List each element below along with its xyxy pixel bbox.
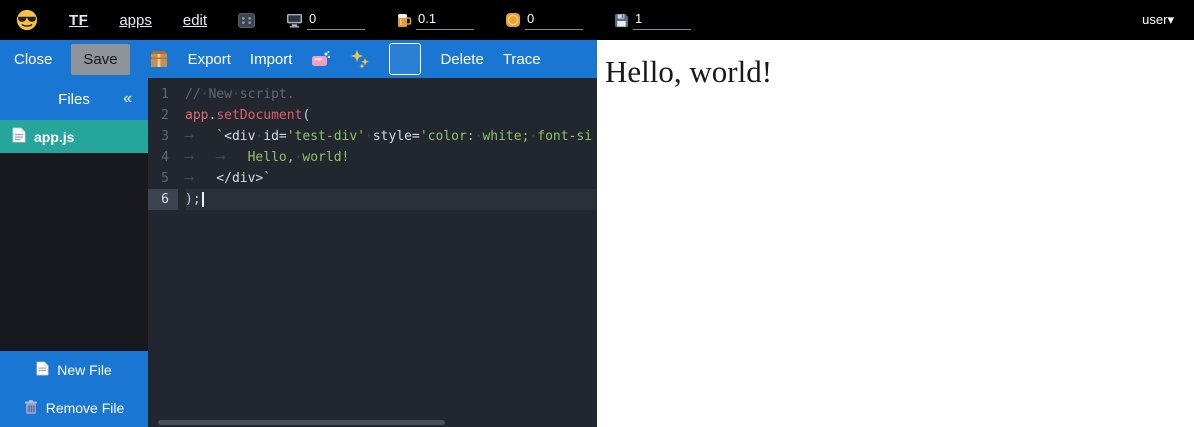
main-area: Close Save Export Import [0,40,1194,427]
delete-button[interactable]: Delete [440,51,483,68]
monitor-icon [286,13,303,30]
text-cursor [202,192,204,207]
stat-coin: 0 [505,11,583,30]
editor-toolbar: Close Save Export Import [0,40,597,78]
workspace: Files « app. [0,78,597,427]
code-line[interactable]: ⟶</div>` [185,168,597,189]
floppy-disk-icon [614,13,629,30]
nav-link-apps[interactable]: apps [119,12,152,29]
code-line[interactable]: ⟶`<div·id='test-div'·style='color:·white… [185,126,597,147]
file-list-empty-area [0,153,148,351]
gutter-line-number: 2 [148,105,178,126]
file-icon [12,127,26,146]
files-header-label: Files [58,91,90,108]
control-pad-icon[interactable] [238,12,255,29]
export-button[interactable]: Export [188,51,231,68]
soap-icon[interactable] [311,50,331,68]
files-sidebar: Files « app. [0,78,148,427]
line-number-gutter: 123456 [148,84,178,427]
code-line[interactable]: app.setDocument( [185,105,597,126]
stat-floppy-value[interactable]: 1 [633,11,691,30]
beer-mug-icon [396,12,412,30]
save-button[interactable]: Save [71,44,129,75]
stat-floppy: 1 [614,11,691,30]
import-button[interactable]: Import [250,51,293,68]
smiley-sunglasses-icon[interactable] [16,9,38,31]
stat-monitor: 0 [286,11,365,30]
empty-slot-button[interactable] [389,43,421,75]
gutter-line-number: 4 [148,147,178,168]
code-editor[interactable]: 123456 //·New·script.app.setDocument(⟶`<… [148,78,597,427]
trash-icon [24,399,38,418]
trace-button[interactable]: Trace [503,51,541,68]
new-file-icon [36,361,49,379]
code-line[interactable]: //·New·script. [185,84,597,105]
gutter-line-number: 6 [148,189,178,210]
sparkles-icon[interactable] [350,49,370,69]
file-name: app.js [34,129,74,145]
stat-beer-value[interactable]: 0.1 [416,11,474,30]
app-root: TF apps edit 0 [0,0,1194,427]
code-content[interactable]: //·New·script.app.setDocument(⟶`<div·id=… [178,84,597,427]
topbar: TF apps edit 0 [0,0,1194,40]
gutter-line-number: 1 [148,84,178,105]
package-icon[interactable] [149,49,169,69]
collapse-sidebar-button[interactable]: « [117,89,138,109]
gutter-line-number: 3 [148,126,178,147]
stat-coin-value[interactable]: 0 [525,11,583,30]
nav-link-tf[interactable]: TF [69,12,88,29]
user-menu[interactable]: user▾ [1136,11,1178,29]
file-item-appjs[interactable]: app.js [0,120,148,153]
close-button[interactable]: Close [14,51,52,68]
gutter-line-number: 5 [148,168,178,189]
coin-icon [505,12,521,30]
nav-link-edit[interactable]: edit [183,12,207,29]
new-file-button[interactable]: New File [0,351,148,389]
preview-heading: Hello, world! [605,54,1194,90]
remove-file-button[interactable]: Remove File [0,389,148,427]
preview-pane: Hello, world! [597,40,1194,427]
remove-file-label: Remove File [46,400,125,416]
code-line[interactable]: ); [185,189,597,210]
stat-beer: 0.1 [396,11,474,30]
editor-horizontal-scrollbar[interactable] [158,420,445,425]
code-line[interactable]: ⟶⟶Hello,·world! [185,147,597,168]
stat-monitor-value[interactable]: 0 [307,11,365,30]
editor-pane: Close Save Export Import [0,40,597,427]
new-file-label: New File [57,362,111,378]
files-header: Files « [0,78,148,120]
